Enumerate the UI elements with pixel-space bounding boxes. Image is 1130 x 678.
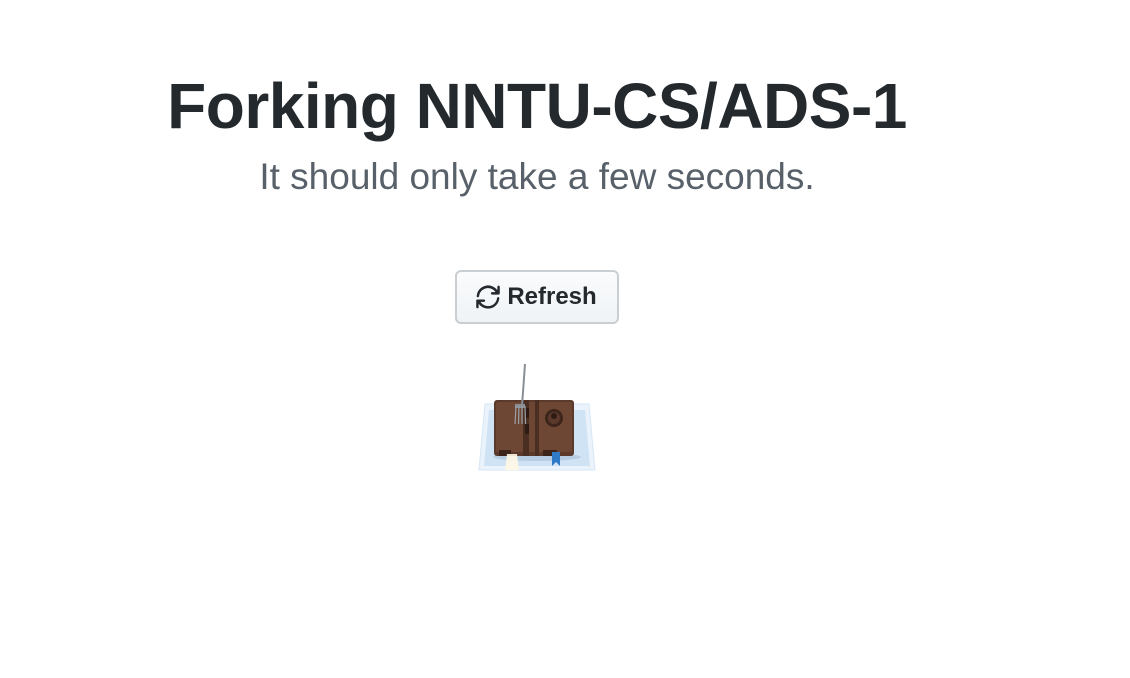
page-title: Forking NNTU-CS/ADS-1	[167, 70, 907, 142]
refresh-button-label: Refresh	[507, 283, 597, 310]
fork-status-panel: Forking NNTU-CS/ADS-1 It should only tak…	[0, 0, 1074, 474]
page-subtitle: It should only take a few seconds.	[259, 156, 815, 197]
page: Forking NNTU-CS/ADS-1 It should only tak…	[0, 0, 1130, 678]
sync-icon	[475, 284, 501, 310]
fork-in-book-illustration	[478, 363, 596, 471]
refresh-button[interactable]: Refresh	[455, 270, 619, 324]
